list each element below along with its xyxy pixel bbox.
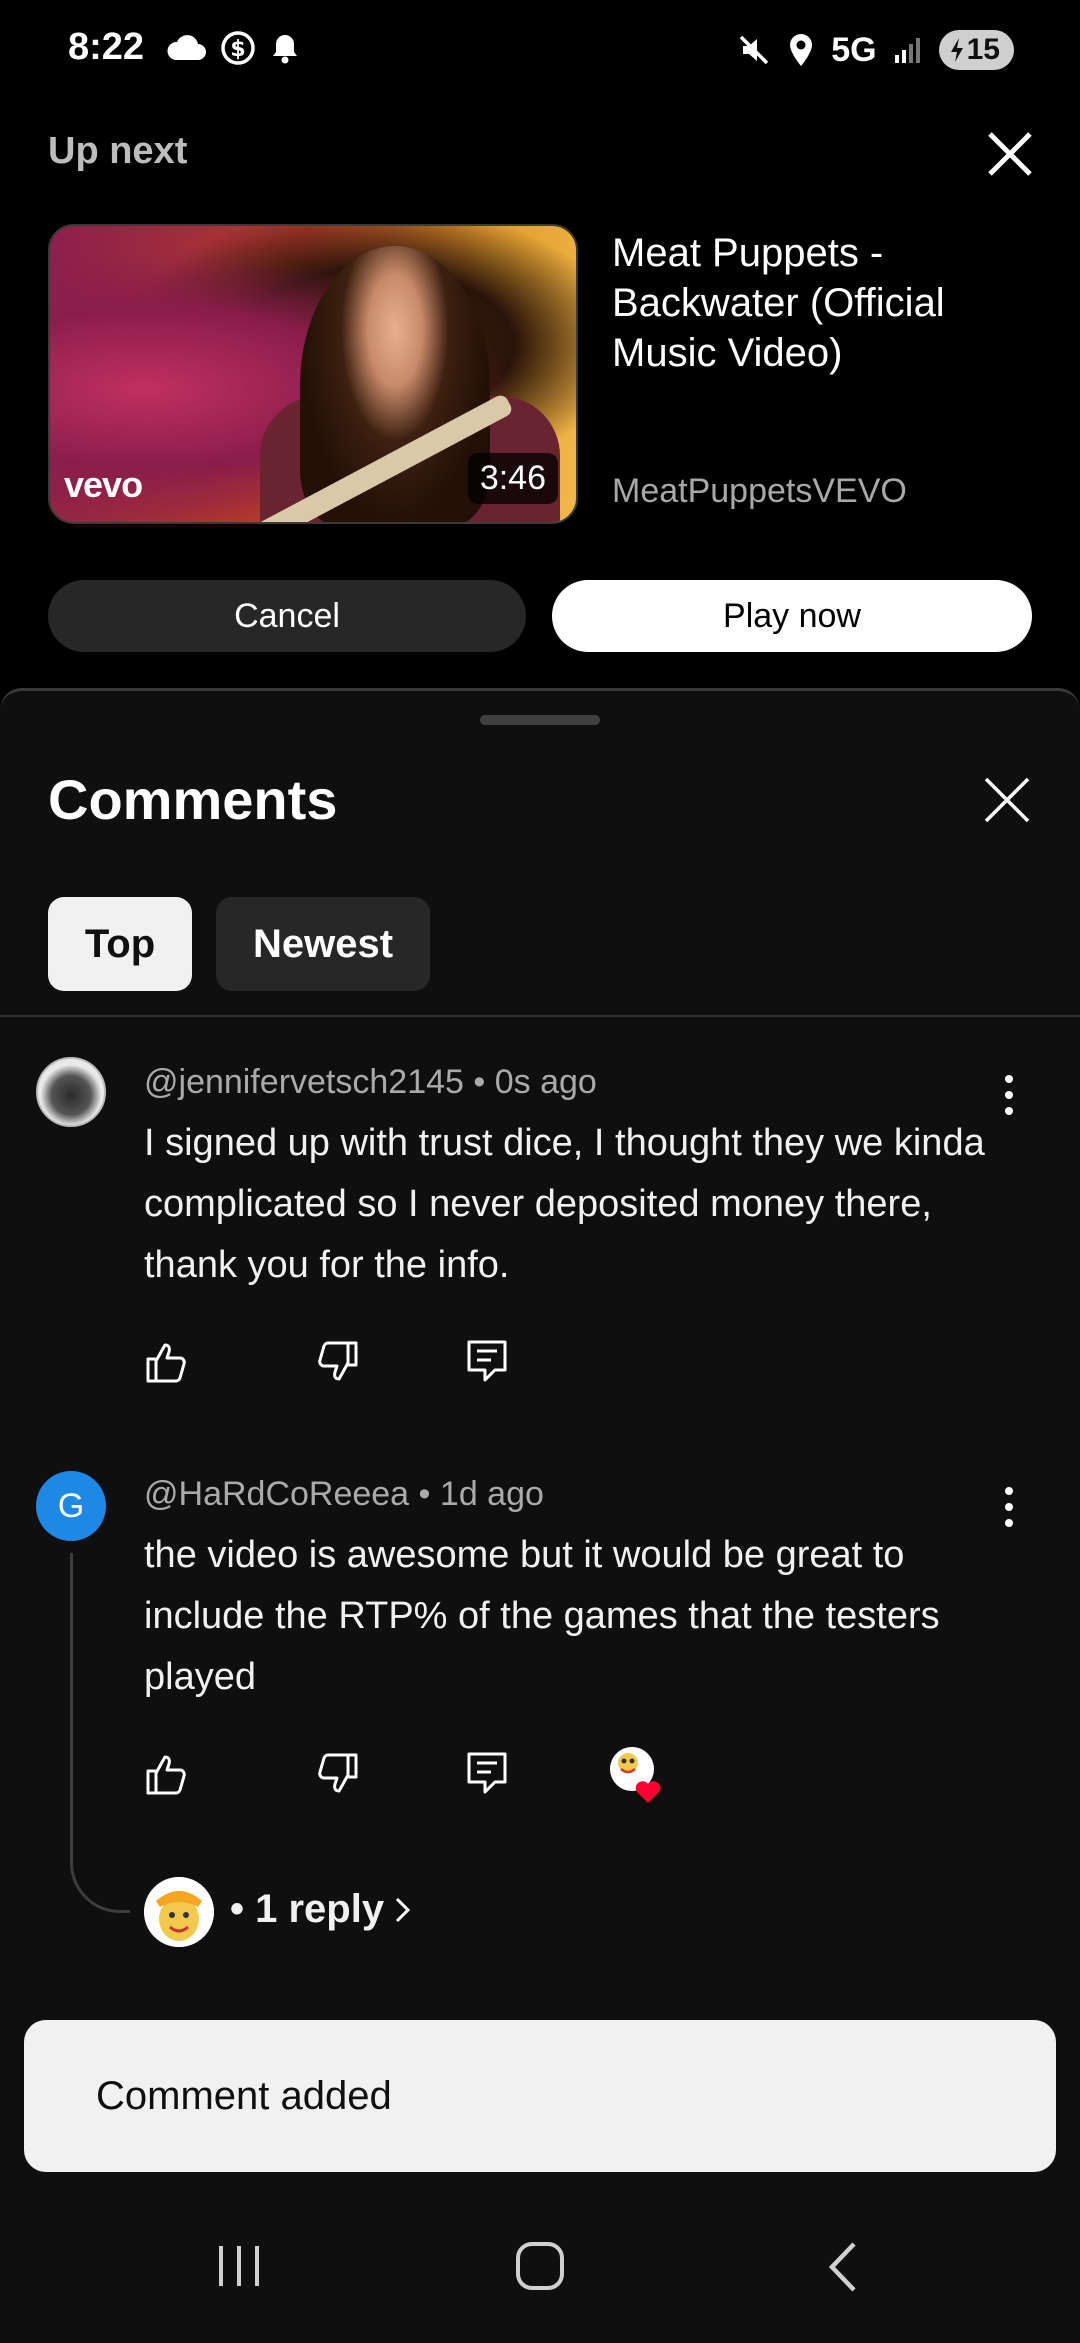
status-time: 8:22 xyxy=(68,26,145,68)
comment-text: I signed up with trust dice, I thought t… xyxy=(144,1122,985,1286)
dislike-icon[interactable] xyxy=(314,1339,360,1385)
like-icon[interactable] xyxy=(144,1751,190,1797)
thread-connector xyxy=(70,1553,130,1913)
charging-bolt-icon xyxy=(950,38,963,62)
mute-icon xyxy=(740,35,769,65)
close-icon[interactable] xyxy=(980,124,1040,184)
battery-level: 15 xyxy=(966,33,1000,66)
cloud-icon xyxy=(167,35,206,60)
cancel-button[interactable]: Cancel xyxy=(48,580,526,652)
reply-icon[interactable] xyxy=(464,1337,510,1383)
reply-icon[interactable] xyxy=(464,1749,510,1795)
like-icon[interactable] xyxy=(144,1339,190,1385)
comment-meta: @HaRdCoReeea • 1d ago xyxy=(144,1475,544,1514)
play-now-button[interactable]: Play now xyxy=(552,580,1032,652)
system-nav-bar xyxy=(0,2190,1080,2340)
avatar[interactable] xyxy=(36,1057,106,1127)
vevo-logo: vevo xyxy=(64,464,143,505)
battery-indicator: 15 xyxy=(938,30,1014,70)
bell-icon xyxy=(273,35,297,64)
tab-newest[interactable]: Newest xyxy=(216,897,430,991)
up-next-thumbnail[interactable]: vevo 3:46 xyxy=(48,224,578,524)
dislike-icon[interactable] xyxy=(314,1751,360,1797)
meta-separator: • xyxy=(473,1063,486,1101)
comment-author[interactable]: @HaRdCoReeea xyxy=(144,1475,409,1513)
drag-handle[interactable] xyxy=(480,715,600,725)
reply-avatar[interactable] xyxy=(144,1877,214,1947)
status-right-icons: 5G 15 xyxy=(737,30,1014,70)
meta-separator: • xyxy=(418,1475,431,1513)
svg-text:$: $ xyxy=(230,37,245,62)
divider xyxy=(0,1015,1080,1017)
up-next-title[interactable]: Meat Puppets - Backwater (Official Music… xyxy=(612,228,1032,378)
comment-text: the video is awesome but it would be gre… xyxy=(144,1534,940,1698)
creator-heart-icon xyxy=(610,1747,661,1803)
home-icon[interactable] xyxy=(514,2240,566,2292)
comment-meta: @jennifervetsch2145 • 0s ago xyxy=(144,1063,597,1102)
reply-count: • 1 reply xyxy=(230,1887,385,1931)
tab-top[interactable]: Top xyxy=(48,897,192,991)
comment-time: 0s ago xyxy=(494,1063,597,1101)
chevron-right-icon xyxy=(396,1897,411,1922)
up-next-channel: MeatPuppetsVEVO xyxy=(612,472,907,510)
up-next-label: Up next xyxy=(48,130,188,172)
network-label: 5G xyxy=(831,30,877,69)
comment-time: 1d ago xyxy=(439,1475,544,1513)
avatar[interactable]: G xyxy=(36,1471,106,1541)
toast-snackbar: Comment added xyxy=(24,2020,1056,2172)
dollar-circle-icon: $ xyxy=(221,31,255,65)
comment-author[interactable]: @jennifervetsch2145 xyxy=(144,1063,464,1101)
view-replies-button[interactable]: • 1 reply xyxy=(230,1887,414,1932)
back-icon[interactable] xyxy=(826,2240,862,2294)
recent-apps-icon[interactable] xyxy=(214,2242,264,2290)
signal-icon xyxy=(894,38,920,63)
close-comments-icon[interactable] xyxy=(980,773,1034,827)
thumbnail-person xyxy=(300,246,490,522)
status-left-icons: $ xyxy=(166,30,300,66)
video-duration: 3:46 xyxy=(467,453,558,504)
location-icon xyxy=(790,34,813,66)
toast-message: Comment added xyxy=(96,2073,392,2118)
creator-avatar-icon xyxy=(144,1877,214,1947)
comments-title: Comments xyxy=(48,768,338,831)
